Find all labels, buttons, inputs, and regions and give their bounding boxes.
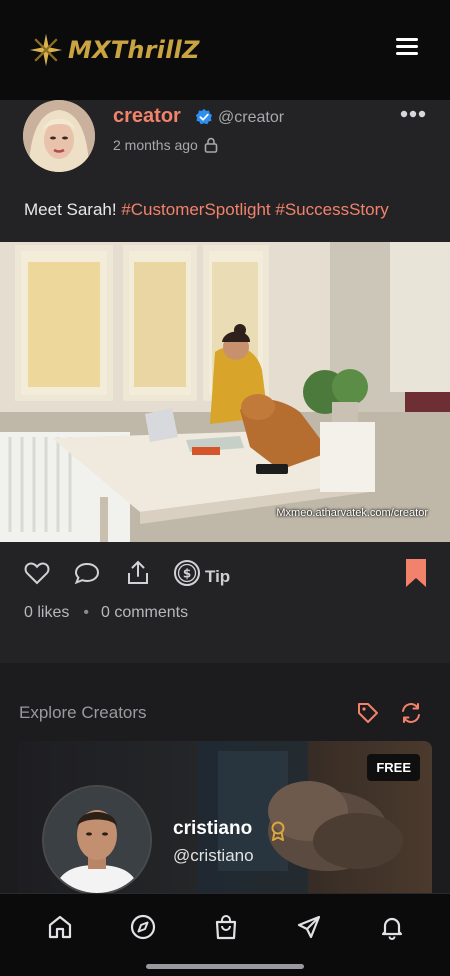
comment-icon[interactable] <box>73 559 101 587</box>
hamburger-menu-icon[interactable] <box>396 36 420 56</box>
heart-icon[interactable] <box>23 559 51 587</box>
bookmark-icon[interactable] <box>405 558 427 588</box>
home-indicator <box>146 964 304 969</box>
post-photo <box>0 242 450 542</box>
section-title: Explore Creators <box>19 703 147 722</box>
more-options-icon[interactable] <box>400 110 426 118</box>
tip-button-label[interactable]: Tip <box>205 567 230 587</box>
bell-icon[interactable] <box>379 914 405 940</box>
likes-count[interactable]: 0 likes <box>24 604 69 621</box>
send-icon[interactable] <box>296 914 322 940</box>
separator-dot: • <box>83 604 89 621</box>
brand-logo[interactable]: MXThrillZ <box>28 30 200 70</box>
creator-card[interactable]: FREE cristiano @cristiano <box>18 741 432 893</box>
verified-badge-icon <box>195 108 213 125</box>
refresh-icon[interactable] <box>399 701 423 725</box>
brand-name: MXThrillZ <box>68 36 200 64</box>
shopping-bag-icon[interactable] <box>213 914 239 940</box>
tip-dollar-icon[interactable]: $ <box>173 559 201 587</box>
caption-text: Meet Sarah! <box>24 200 122 219</box>
image-watermark: Mxmeo.atharvatek.com/creator <box>276 507 428 519</box>
comments-count[interactable]: 0 comments <box>101 604 188 621</box>
creator-card-avatar[interactable] <box>42 785 152 893</box>
creator-handle[interactable]: @creator <box>218 109 284 127</box>
award-badge-icon <box>271 821 285 841</box>
tag-icon[interactable] <box>356 701 380 725</box>
post-image[interactable]: Mxmeo.atharvatek.com/creator <box>0 242 450 542</box>
star-logo-icon <box>29 33 63 67</box>
avatar-image <box>23 100 95 172</box>
compass-icon[interactable] <box>130 914 156 940</box>
hashtag-link[interactable]: #CustomerSpotlight <box>121 200 270 219</box>
free-badge: FREE <box>367 754 420 781</box>
post-stats: 0 likes • 0 comments <box>24 604 188 622</box>
post-actions-bar: $ Tip <box>0 555 450 595</box>
creator-card-handle[interactable]: @cristiano <box>173 846 254 866</box>
lock-icon <box>204 137 218 153</box>
post-card: creator @creator 2 months ago Meet Sarah… <box>0 100 450 663</box>
creator-avatar[interactable] <box>23 100 95 172</box>
avatar-image <box>44 787 150 893</box>
bottom-navigation <box>0 893 450 976</box>
hashtag-link[interactable]: #SuccessStory <box>275 200 388 219</box>
share-icon[interactable] <box>124 559 152 587</box>
creator-card-name[interactable]: cristiano <box>173 818 252 840</box>
explore-creators-section: Explore Creators FREE cristiano @cristia… <box>0 663 450 893</box>
top-app-bar: MXThrillZ <box>0 0 450 100</box>
creator-name[interactable]: creator <box>113 105 181 128</box>
post-caption: Meet Sarah! #CustomerSpotlight #SuccessS… <box>24 200 389 220</box>
svg-text:$: $ <box>183 567 191 581</box>
home-icon[interactable] <box>47 914 73 940</box>
post-timestamp: 2 months ago <box>113 137 198 153</box>
